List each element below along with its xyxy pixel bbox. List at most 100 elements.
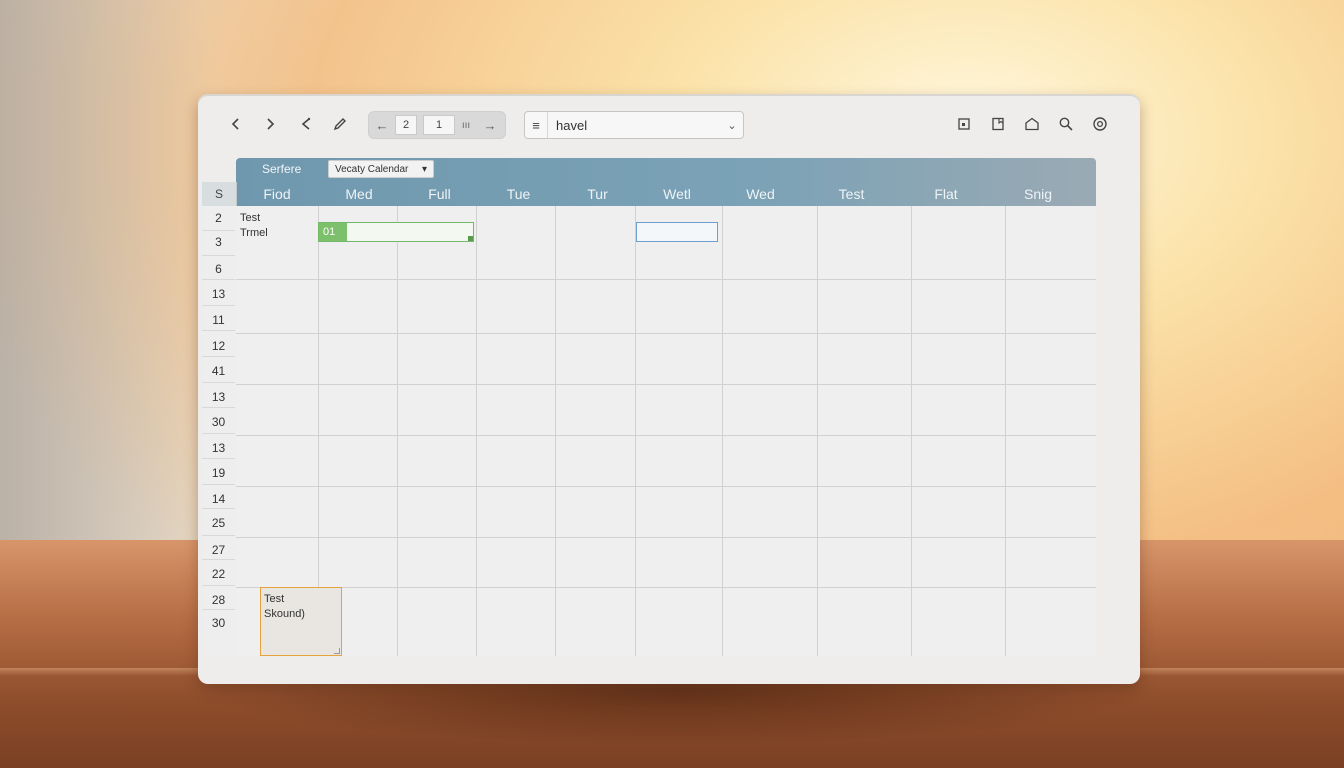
- row-number: 12: [211, 339, 226, 353]
- row-divider: [236, 333, 1096, 334]
- background-wall: [0, 0, 210, 560]
- row-number-divider: [202, 407, 235, 408]
- row-divider: [236, 384, 1096, 385]
- view-dropdown[interactable]: ≡ havel ⌄: [524, 111, 744, 139]
- pager-label: ııı: [461, 119, 471, 131]
- pager-next-button[interactable]: →: [477, 118, 503, 133]
- row-number-divider: [202, 609, 235, 610]
- calendar-body: 2 3 6 13 11 12 41 13 30 13 19 14 25 27 22 28 30 Test Trm…: [202, 206, 1096, 656]
- row-number: 13: [211, 390, 226, 404]
- row-divider: [236, 537, 1096, 538]
- pager-prev-button[interactable]: ←: [369, 118, 395, 133]
- row-number: 25: [211, 516, 226, 530]
- row-number-divider: [202, 585, 235, 586]
- edit-button[interactable]: [328, 112, 352, 136]
- menu-icon: ≡: [525, 112, 548, 138]
- settings-icon: [1093, 117, 1107, 131]
- event-last-subtitle: Skound): [264, 608, 305, 620]
- row-number: 30: [211, 616, 226, 630]
- row-number-column: 2 3 6 13 11 12 41 13 30 13 19 14 25 27 22 28 30: [202, 206, 237, 656]
- toolbar-right-actions: [952, 112, 1112, 136]
- chevron-left-icon: [231, 118, 239, 130]
- day-header: Wetl: [663, 186, 691, 202]
- row-number-divider: [202, 433, 235, 434]
- resize-handle[interactable]: [468, 236, 473, 241]
- day-cells[interactable]: Test Trmel 01 Test Skound): [236, 206, 1096, 656]
- view-dropdown-value: havel: [556, 117, 588, 133]
- calendar-header: Serfere Vecaty Calendar ▾ Fiod Med Full Tue…: [236, 158, 1096, 206]
- row-number-divider: [202, 279, 235, 280]
- pencil-icon: [333, 118, 346, 131]
- bookmark-button[interactable]: [986, 112, 1010, 136]
- event-last-title: Test: [264, 593, 285, 605]
- search-icon: [1059, 117, 1073, 131]
- chevron-down-icon: ⌄: [727, 119, 737, 132]
- row-number: 13: [211, 441, 226, 455]
- row-number: 2: [215, 211, 222, 225]
- event-last[interactable]: Test Skound): [260, 587, 342, 656]
- column-divider: [476, 206, 477, 656]
- toolbar: ← 2 1 ııı → ≡ havel ⌄: [198, 94, 1140, 156]
- row-number: 41: [211, 364, 226, 378]
- calendar-icon: [958, 118, 970, 130]
- row-number-divider: [202, 330, 235, 331]
- row-number-divider: [202, 484, 235, 485]
- row-number: 22: [211, 567, 226, 581]
- row-number-divider: [202, 356, 235, 357]
- calendar-device: ← 2 1 ııı → ≡ havel ⌄ Serfere Vecaty Cal…: [198, 94, 1140, 684]
- column-divider: [555, 206, 556, 656]
- column-divider: [635, 206, 636, 656]
- section-label: Serfere: [262, 162, 302, 176]
- calendar-select[interactable]: Vecaty Calendar ▾: [328, 160, 434, 178]
- row-number-divider: [202, 230, 235, 231]
- column-divider: [722, 206, 723, 656]
- row-divider: [236, 435, 1096, 436]
- day-header: Tue: [506, 186, 531, 202]
- chevron-down-icon: ▾: [421, 163, 427, 175]
- day-header: Full: [428, 186, 451, 202]
- day-header: Wed: [746, 186, 775, 202]
- calendar-button[interactable]: [952, 112, 976, 136]
- event-first[interactable]: Test Trmel: [240, 211, 268, 241]
- column-divider: [817, 206, 818, 656]
- page-navigator: ← 2 1 ııı →: [368, 111, 506, 139]
- settings-button[interactable]: [1088, 112, 1112, 136]
- row-number-divider: [202, 559, 235, 560]
- event-bar-label: 01: [319, 223, 347, 241]
- pager-field-a[interactable]: 2: [395, 115, 417, 135]
- row-divider: [236, 279, 1096, 280]
- row-number: 13: [211, 287, 226, 301]
- row-number: 19: [211, 466, 226, 480]
- selected-cell[interactable]: [636, 222, 718, 242]
- home-button[interactable]: [1020, 112, 1044, 136]
- device-shadow: [200, 676, 1150, 746]
- row-number-divider: [202, 458, 235, 459]
- day-header: Fiod: [263, 186, 291, 202]
- row-divider: [236, 486, 1096, 487]
- chevron-right-icon: [267, 118, 275, 130]
- forward-button[interactable]: [258, 112, 282, 136]
- search-button[interactable]: [1054, 112, 1078, 136]
- column-divider: [911, 206, 912, 656]
- row-number: 3: [215, 235, 222, 249]
- day-header: Flat: [934, 186, 958, 202]
- row-number: 6: [215, 262, 222, 276]
- event-last-text: Test Skound): [264, 592, 305, 622]
- row-number: 14: [211, 492, 226, 506]
- row-number-divider: [202, 382, 235, 383]
- event-bar[interactable]: 01: [318, 222, 474, 242]
- pager-field-b[interactable]: 1: [423, 115, 455, 135]
- bookmark-icon: [992, 117, 1004, 131]
- back-button[interactable]: [224, 112, 248, 136]
- share-button[interactable]: [294, 112, 318, 136]
- home-icon: [1025, 117, 1039, 131]
- resize-handle[interactable]: [334, 648, 340, 654]
- row-number: 27: [211, 543, 226, 557]
- event-first-subtitle: Trmel: [240, 227, 268, 239]
- row-number: 30: [211, 415, 226, 429]
- day-header: Snig: [1023, 186, 1053, 202]
- calendar-select-value: Vecaty Calendar: [335, 163, 409, 175]
- day-header: Test: [838, 186, 865, 202]
- row-number: 11: [212, 313, 225, 327]
- row-divider: [236, 587, 1096, 588]
